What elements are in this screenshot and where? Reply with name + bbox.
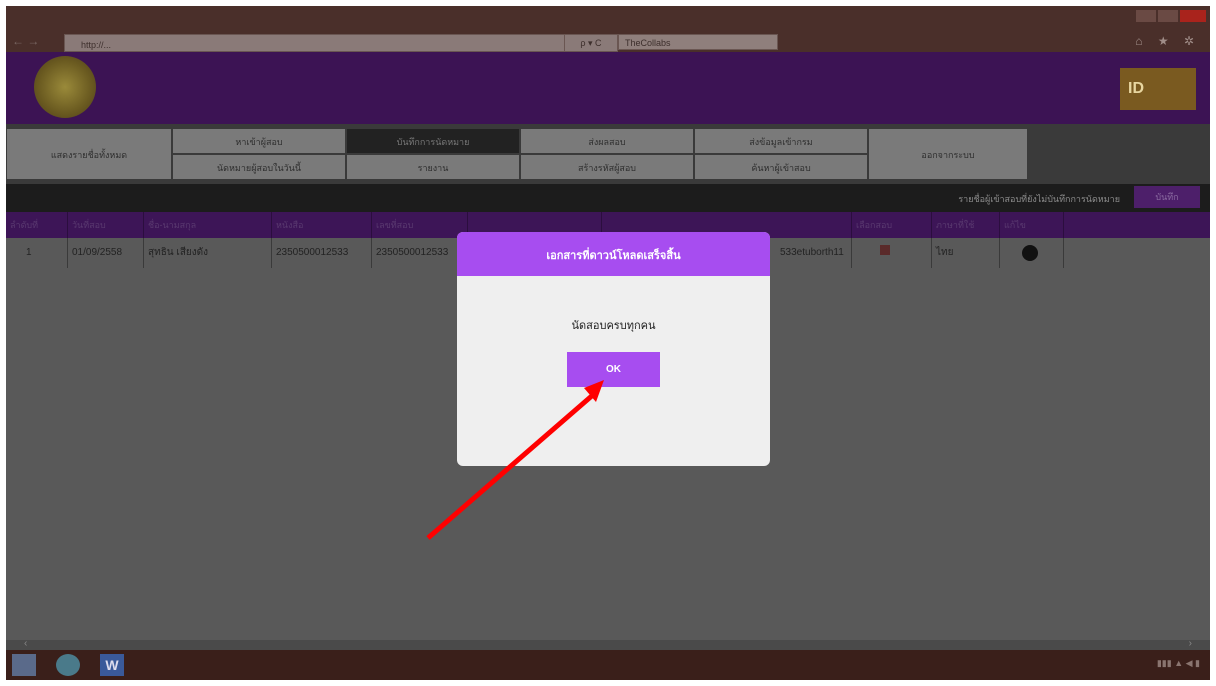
red-arrow-annotation bbox=[426, 380, 604, 540]
arrow-shaft bbox=[426, 392, 596, 540]
